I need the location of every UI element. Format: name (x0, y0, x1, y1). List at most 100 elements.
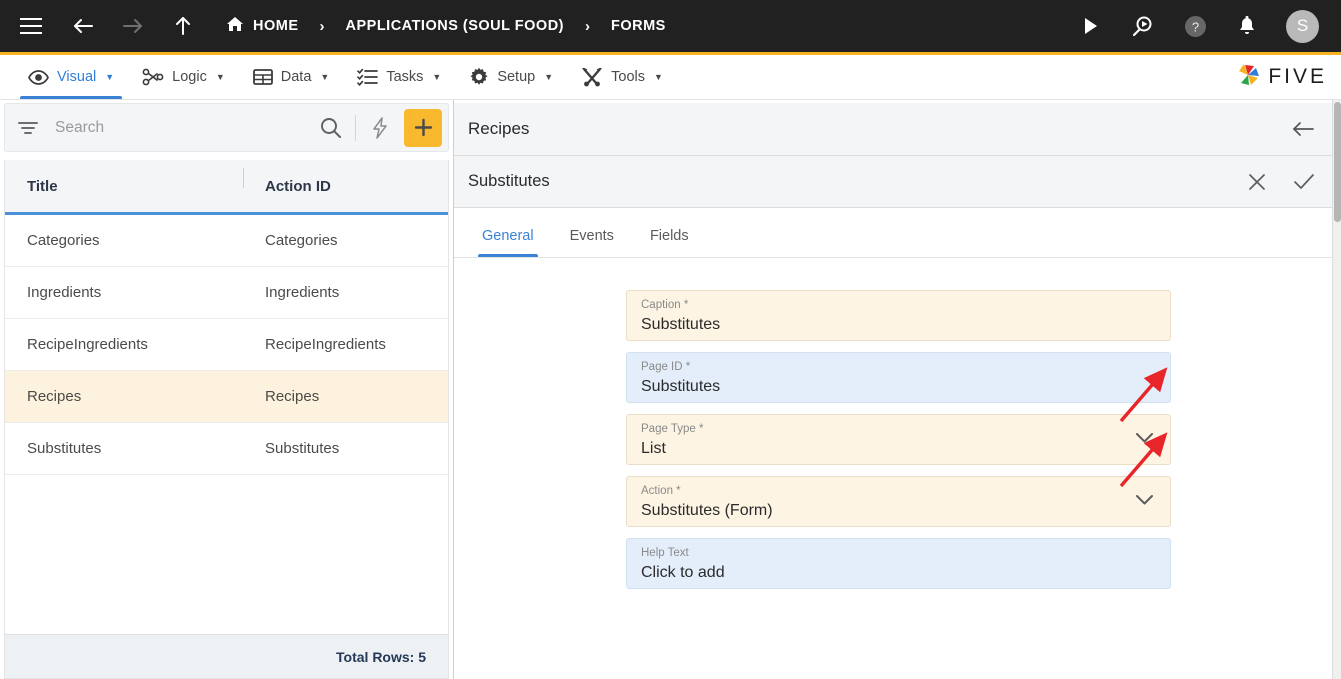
check-icon[interactable] (1293, 172, 1315, 192)
tools-icon (581, 67, 603, 87)
filter-icon[interactable] (17, 120, 39, 136)
logic-flow-icon (142, 68, 164, 86)
cell-title: Ingredients (27, 284, 102, 301)
detail-header-title: Recipes (468, 119, 530, 138)
field-page-type-value: List (641, 440, 666, 457)
five-pinwheel-logo (1234, 62, 1262, 93)
table-row[interactable]: Categories Categories (5, 215, 448, 267)
chevron-down-icon[interactable] (1135, 494, 1154, 506)
table-header-row: Title Action ID (5, 160, 448, 215)
checklist-icon (357, 68, 379, 86)
field-caption-value: Substitutes (641, 316, 721, 333)
search-icon[interactable] (312, 117, 349, 138)
field-caption-label: Caption * (641, 299, 689, 311)
lightning-bolt-icon[interactable] (362, 116, 398, 139)
tab-general[interactable]: General (478, 228, 538, 257)
field-help-text-label: Help Text (641, 547, 689, 559)
table-row-selected[interactable]: Recipes Recipes (5, 371, 448, 423)
chevron-down-icon: ▼ (432, 72, 442, 82)
breadcrumb-applications[interactable]: APPLICATIONS (SOUL FOOD) (346, 18, 565, 34)
grid-table-icon (252, 68, 273, 86)
field-page-id-label: Page ID * (641, 361, 691, 373)
menu-item-tasks[interactable]: Tasks ▼ (343, 55, 455, 99)
chevron-down-icon: ▼ (654, 72, 663, 82)
bell-icon[interactable] (1234, 13, 1260, 39)
up-arrow-icon[interactable] (170, 13, 196, 39)
cell-action-id: Categories (265, 232, 338, 249)
cell-title: Recipes (27, 388, 82, 405)
menu-item-setup[interactable]: Setup ▼ (455, 55, 567, 99)
tab-events[interactable]: Events (566, 228, 618, 257)
home-icon (226, 16, 244, 36)
tab-fields[interactable]: Fields (646, 228, 693, 257)
chevron-down-icon: ▼ (105, 72, 115, 82)
field-action[interactable]: Action * Substitutes (Form) (626, 476, 1171, 527)
back-arrow-icon[interactable] (1291, 119, 1315, 139)
chevron-down-icon[interactable] (1135, 432, 1154, 444)
column-header-action-id[interactable]: Action ID (243, 167, 448, 195)
menu-item-tools[interactable]: Tools ▼ (567, 55, 677, 99)
topbar-right-group: ? S (1078, 9, 1327, 43)
forms-table: Title Action ID Categories Categories In… (4, 160, 449, 679)
forms-list-panel: Title Action ID Categories Categories In… (0, 100, 454, 679)
menu-item-tasks-label: Tasks (386, 69, 424, 85)
menu-item-tools-label: Tools (611, 69, 645, 85)
table-body: Categories Categories Ingredients Ingred… (5, 215, 448, 634)
search-input[interactable] (39, 118, 312, 137)
top-navigation-bar: HOME › APPLICATIONS (SOUL FOOD) › FORMS … (0, 0, 1341, 52)
table-footer: Total Rows: 5 (5, 634, 448, 678)
five-brand-text: FIVE (1268, 65, 1327, 88)
detail-header: Recipes (454, 103, 1337, 156)
menu-item-data[interactable]: Data ▼ (239, 55, 344, 99)
back-arrow-icon[interactable] (70, 13, 96, 39)
detail-header-actions (1291, 119, 1315, 139)
help-circle-icon[interactable]: ? (1182, 13, 1208, 39)
field-page-id[interactable]: Page ID * Substitutes (626, 352, 1171, 403)
gear-icon (469, 67, 489, 87)
field-action-label: Action * (641, 485, 681, 497)
svg-text:?: ? (1191, 19, 1198, 34)
plus-icon (414, 118, 432, 137)
field-help-text-value: Click to add (641, 564, 725, 581)
chevron-down-icon: ▼ (215, 72, 225, 82)
cell-action-id: RecipeIngredients (265, 336, 386, 353)
form-detail-panel: Recipes Substitutes General Events Field… (454, 100, 1341, 679)
total-rows-label: Total Rows: 5 (336, 648, 426, 665)
table-row[interactable]: Ingredients Ingredients (5, 267, 448, 319)
toolbar-divider (355, 114, 356, 141)
close-x-icon[interactable] (1247, 172, 1267, 192)
forward-arrow-icon[interactable] (120, 13, 146, 39)
column-header-title[interactable]: Title (5, 178, 243, 195)
record-actions (1247, 172, 1315, 192)
menu-item-visual[interactable]: Visual ▼ (14, 55, 128, 99)
cell-action-id: Substitutes (265, 440, 340, 457)
field-page-type-label: Page Type * (641, 423, 704, 435)
menu-item-setup-label: Setup (497, 69, 536, 85)
record-subheader: Substitutes (454, 156, 1337, 208)
hamburger-menu-icon[interactable] (18, 13, 44, 39)
menu-item-data-label: Data (280, 69, 312, 85)
breadcrumb-home[interactable]: HOME (226, 16, 299, 36)
field-page-type[interactable]: Page Type * List (626, 414, 1171, 465)
menu-item-visual-label: Visual (57, 69, 97, 85)
breadcrumb-separator: › (319, 17, 325, 35)
breadcrumb-forms[interactable]: FORMS (611, 18, 666, 34)
field-page-id-value: Substitutes (641, 378, 721, 395)
field-help-text[interactable]: Help Text Click to add (626, 538, 1171, 589)
module-menu-bar: Visual ▼ Logic ▼ Data ▼ Tasks ▼ Setup ▼ (0, 55, 1341, 100)
add-form-button[interactable] (404, 108, 442, 147)
menu-item-logic[interactable]: Logic ▼ (128, 55, 239, 99)
cell-action-id: Ingredients (265, 284, 340, 301)
chevron-down-icon: ▼ (320, 72, 330, 82)
field-caption[interactable]: Caption * Substitutes (626, 290, 1171, 341)
user-avatar[interactable]: S (1286, 9, 1319, 43)
main-content: Title Action ID Categories Categories In… (0, 100, 1341, 679)
table-row[interactable]: RecipeIngredients RecipeIngredients (5, 319, 448, 371)
scrollbar-thumb[interactable] (1334, 102, 1341, 222)
vertical-scrollbar[interactable] (1332, 100, 1341, 679)
play-icon[interactable] (1078, 13, 1104, 39)
table-row[interactable]: Substitutes Substitutes (5, 423, 448, 475)
search-play-icon[interactable] (1130, 13, 1156, 39)
record-title: Substitutes (468, 172, 550, 190)
cell-title: Substitutes (27, 440, 102, 457)
